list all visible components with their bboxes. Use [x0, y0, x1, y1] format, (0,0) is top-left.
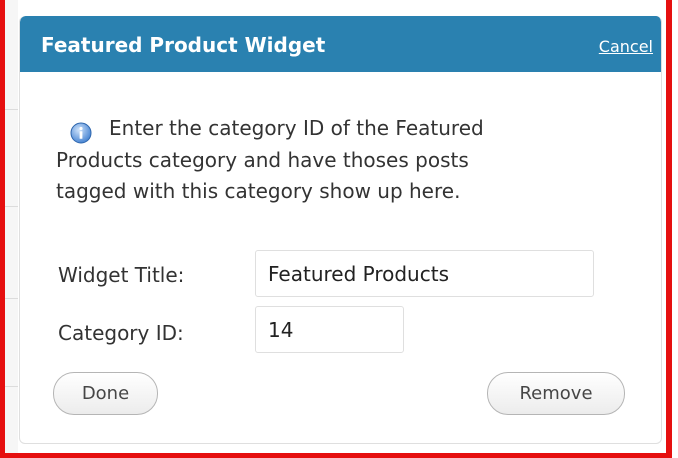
cancel-link[interactable]: Cancel [599, 37, 653, 57]
background-divider [5, 298, 18, 299]
background-divider [5, 206, 18, 207]
remove-button[interactable]: Remove [487, 372, 625, 415]
description-line-1: Enter the category ID of the Featured [109, 116, 484, 140]
category-id-input[interactable] [255, 306, 404, 353]
info-icon [70, 122, 92, 144]
widget-title: Featured Product Widget [41, 33, 326, 57]
widget-header: Featured Product Widget Cancel [20, 16, 661, 72]
widget-title-input[interactable] [255, 250, 594, 297]
widget-panel: Featured Product Widget Cancel Enter the… [19, 16, 662, 444]
category-id-label: Category ID: [58, 321, 184, 345]
background-divider [5, 386, 18, 387]
background-divider [5, 109, 18, 110]
description-line-2: Products category and have thoses posts [56, 148, 469, 172]
highlight-frame-right [666, 0, 672, 458]
description-line-3: tagged with this category show up here. [56, 179, 461, 203]
highlight-frame-left [0, 0, 5, 458]
widget-title-label: Widget Title: [58, 263, 185, 287]
done-button[interactable]: Done [53, 372, 158, 415]
highlight-frame-bottom [0, 453, 672, 458]
